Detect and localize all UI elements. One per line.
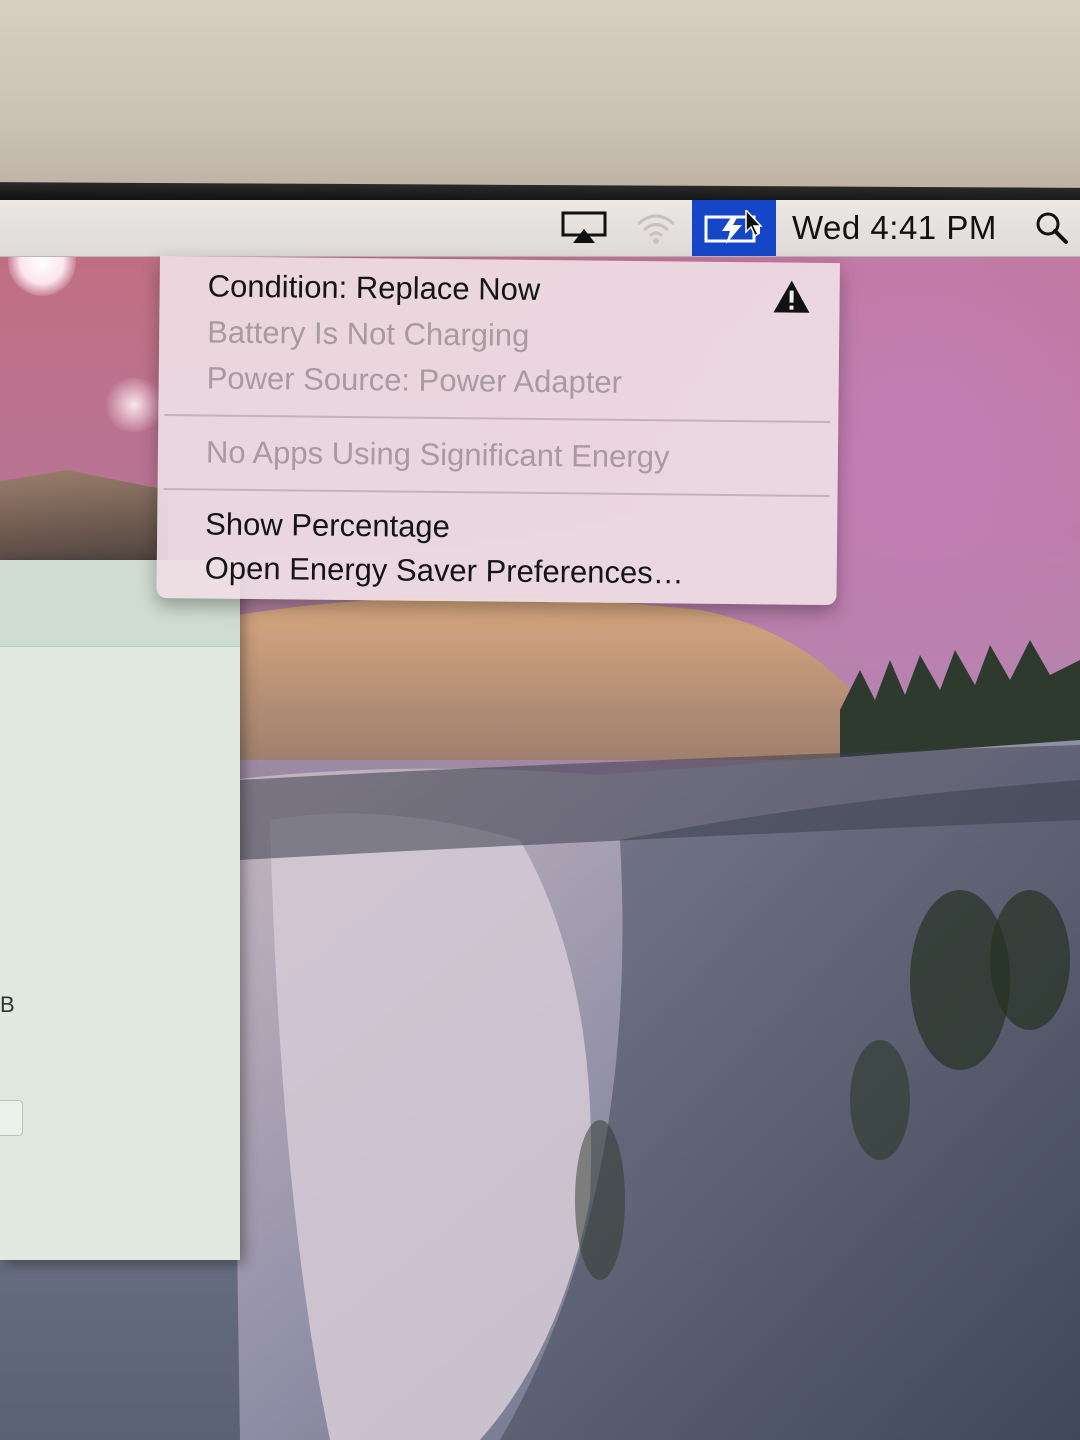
background-window-text: B (0, 992, 15, 1017)
battery-menu: Condition: Replace Now Battery Is Not Ch… (156, 256, 840, 606)
menu-bar: Wed 4:41 PM (0, 200, 1080, 257)
search-icon[interactable] (1024, 200, 1080, 256)
show-percentage-item[interactable]: Show Percentage (205, 506, 450, 545)
menu-separator (163, 488, 830, 498)
airplay-icon[interactable] (556, 200, 612, 256)
wifi-icon[interactable] (630, 200, 682, 256)
battery-condition: Condition: Replace Now (207, 268, 541, 307)
menu-separator (164, 414, 831, 424)
open-energy-saver-item[interactable]: Open Energy Saver Preferences… (205, 550, 684, 591)
background-window-control[interactable] (0, 1100, 23, 1136)
power-source: Power Source: Power Adapter (206, 360, 623, 400)
menu-bar-clock[interactable]: Wed 4:41 PM (786, 200, 1012, 256)
photo-scene: B Wed 4:41 PM Condition: Replace Now Bat… (0, 0, 1080, 1440)
background-window[interactable]: B (0, 560, 240, 1260)
screen-glare (102, 378, 166, 432)
battery-status: Battery Is Not Charging (207, 314, 530, 353)
battery-icon[interactable] (692, 200, 776, 256)
monitor-bezel (0, 0, 1080, 190)
energy-apps-item: No Apps Using Significant Energy (205, 434, 670, 475)
warning-icon (773, 280, 810, 313)
